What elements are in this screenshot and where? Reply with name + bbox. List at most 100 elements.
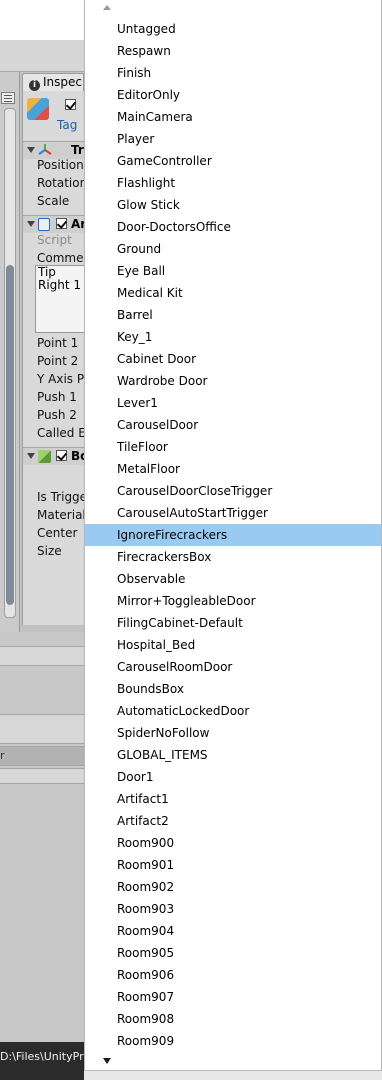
center-label: Center bbox=[37, 526, 78, 540]
script-icon bbox=[38, 218, 50, 231]
menu-item[interactable]: TileFloor bbox=[85, 436, 381, 458]
box-collider-enabled-checkbox[interactable] bbox=[56, 450, 67, 461]
script-component-title: Ar bbox=[71, 217, 84, 231]
position-label: Position bbox=[37, 158, 84, 172]
info-icon: i bbox=[29, 80, 40, 91]
material-label: Material bbox=[37, 508, 84, 522]
called-event-label: Called E bbox=[37, 426, 84, 440]
menu-item[interactable]: Room908 bbox=[85, 1008, 381, 1030]
menu-item[interactable]: SpiderNoFollow bbox=[85, 722, 381, 744]
menu-item[interactable]: Room905 bbox=[85, 942, 381, 964]
menu-item[interactable]: Door1 bbox=[85, 766, 381, 788]
inspector-panel: Tag Tr Position Rotation Scale Ar Script… bbox=[22, 91, 84, 625]
menu-item[interactable]: Medical Kit bbox=[85, 282, 381, 304]
box-collider-header[interactable]: Bo bbox=[23, 447, 84, 465]
menu-item[interactable]: Ground bbox=[85, 238, 381, 260]
menu-item[interactable]: Cabinet Door bbox=[85, 348, 381, 370]
script-component-header[interactable]: Ar bbox=[23, 215, 84, 233]
push-2-label: Push 2 bbox=[37, 408, 77, 422]
menu-item[interactable]: Lever1 bbox=[85, 392, 381, 414]
menu-item[interactable]: CarouselDoorCloseTrigger bbox=[85, 480, 381, 502]
project-panel: r bbox=[0, 632, 84, 1080]
transform-component-header[interactable]: Tr bbox=[23, 141, 84, 159]
scene-view-area bbox=[0, 0, 84, 40]
menu-item[interactable]: Door-DoctorsOffice bbox=[85, 216, 381, 238]
hierarchy-scrollbar[interactable] bbox=[4, 108, 16, 618]
push-1-label: Push 1 bbox=[37, 390, 77, 404]
tag-list: Untagged Respawn Finish EditorOnly MainCamer… bbox=[85, 18, 381, 1052]
menu-item[interactable]: Barrel bbox=[85, 304, 381, 326]
menu-item[interactable]: Room906 bbox=[85, 964, 381, 986]
menu-item[interactable]: FilingCabinet-Default bbox=[85, 612, 381, 634]
menu-item[interactable]: Artifact2 bbox=[85, 810, 381, 832]
menu-item-selected[interactable]: IgnoreFirecrackers bbox=[85, 524, 381, 546]
script-label: Script bbox=[37, 233, 72, 247]
menu-item[interactable]: EditorOnly bbox=[85, 84, 381, 106]
menu-item[interactable]: Room907 bbox=[85, 986, 381, 1008]
menu-item[interactable]: Room902 bbox=[85, 876, 381, 898]
menu-item[interactable]: Room900 bbox=[85, 832, 381, 854]
menu-item[interactable]: Room904 bbox=[85, 920, 381, 942]
y-axis-label: Y Axis P bbox=[37, 372, 84, 386]
tab-inspector[interactable]: i Inspec bbox=[22, 73, 84, 91]
status-bar: D:\Files\UnityPro bbox=[0, 1042, 84, 1080]
menu-item[interactable]: Hospital_Bed bbox=[85, 634, 381, 656]
status-path-text: D:\Files\UnityPro bbox=[0, 1050, 84, 1063]
menu-item[interactable]: Room903 bbox=[85, 898, 381, 920]
scroll-down-arrow-icon[interactable] bbox=[103, 1058, 111, 1064]
scale-label: Scale bbox=[37, 194, 70, 208]
point-1-label: Point 1 bbox=[37, 336, 79, 350]
hierarchy-scrollbar-thumb[interactable] bbox=[6, 265, 14, 605]
menu-item[interactable]: Glow Stick bbox=[85, 194, 381, 216]
menu-item[interactable]: Flashlight bbox=[85, 172, 381, 194]
menu-item[interactable]: GLOBAL_ITEMS bbox=[85, 744, 381, 766]
menu-item[interactable]: Eye Ball bbox=[85, 260, 381, 282]
point-2-label: Point 2 bbox=[37, 354, 79, 368]
menu-item[interactable]: CarouselRoomDoor bbox=[85, 656, 381, 678]
scroll-up-arrow-icon[interactable] bbox=[103, 5, 111, 10]
menu-item[interactable]: Wardrobe Door bbox=[85, 370, 381, 392]
active-checkbox[interactable] bbox=[65, 99, 76, 110]
menu-item[interactable]: Observable bbox=[85, 568, 381, 590]
comment-line-2: Right 1 bbox=[38, 278, 82, 292]
fold-arrow-icon[interactable] bbox=[27, 453, 35, 459]
menu-item[interactable]: Artifact1 bbox=[85, 788, 381, 810]
tag-dropdown-menu[interactable]: Untagged Respawn Finish EditorOnly MainCamer… bbox=[84, 0, 382, 1071]
comment-textarea[interactable]: Tip Right 1 bbox=[35, 265, 84, 333]
menu-item[interactable]: Player bbox=[85, 128, 381, 150]
menu-item[interactable]: AutomaticLockedDoor bbox=[85, 700, 381, 722]
column-header-label: r bbox=[0, 749, 5, 762]
menu-item[interactable]: Mirror+ToggleableDoor bbox=[85, 590, 381, 612]
menu-item[interactable]: GameController bbox=[85, 150, 381, 172]
tag-label[interactable]: Tag bbox=[57, 118, 77, 132]
menu-item[interactable]: MainCamera bbox=[85, 106, 381, 128]
menu-item[interactable]: FirecrackersBox bbox=[85, 546, 381, 568]
project-search-bar[interactable] bbox=[0, 714, 84, 744]
tab-inspector-label: Inspec bbox=[43, 75, 82, 89]
script-enabled-checkbox[interactable] bbox=[56, 218, 67, 229]
project-column-header: r bbox=[0, 746, 84, 766]
menu-item[interactable]: Key_1 bbox=[85, 326, 381, 348]
screen-bottom-edge bbox=[84, 1071, 382, 1080]
fold-arrow-icon[interactable] bbox=[27, 221, 35, 227]
size-label: Size bbox=[37, 544, 62, 558]
menu-item[interactable]: Finish bbox=[85, 62, 381, 84]
menu-item[interactable]: BoundsBox bbox=[85, 678, 381, 700]
menu-item[interactable]: Room901 bbox=[85, 854, 381, 876]
fold-arrow-icon[interactable] bbox=[27, 147, 35, 153]
comment-label: Comme bbox=[37, 251, 84, 265]
menu-item[interactable]: Respawn bbox=[85, 40, 381, 62]
panel-menu-icon[interactable] bbox=[1, 92, 15, 104]
menu-item[interactable]: Untagged bbox=[85, 18, 381, 40]
menu-item[interactable]: Room909 bbox=[85, 1030, 381, 1052]
editor-toolbar bbox=[0, 40, 84, 72]
gameobject-cube-icon bbox=[27, 98, 49, 120]
is-trigger-label: Is Trigge bbox=[37, 490, 84, 504]
box-collider-icon bbox=[38, 450, 51, 463]
menu-item[interactable]: MetalFloor bbox=[85, 458, 381, 480]
menu-item[interactable]: CarouselDoor bbox=[85, 414, 381, 436]
project-row[interactable] bbox=[0, 768, 84, 784]
transform-title: Tr bbox=[71, 143, 84, 157]
transform-icon bbox=[38, 144, 52, 155]
menu-item[interactable]: CarouselAutoStartTrigger bbox=[85, 502, 381, 524]
